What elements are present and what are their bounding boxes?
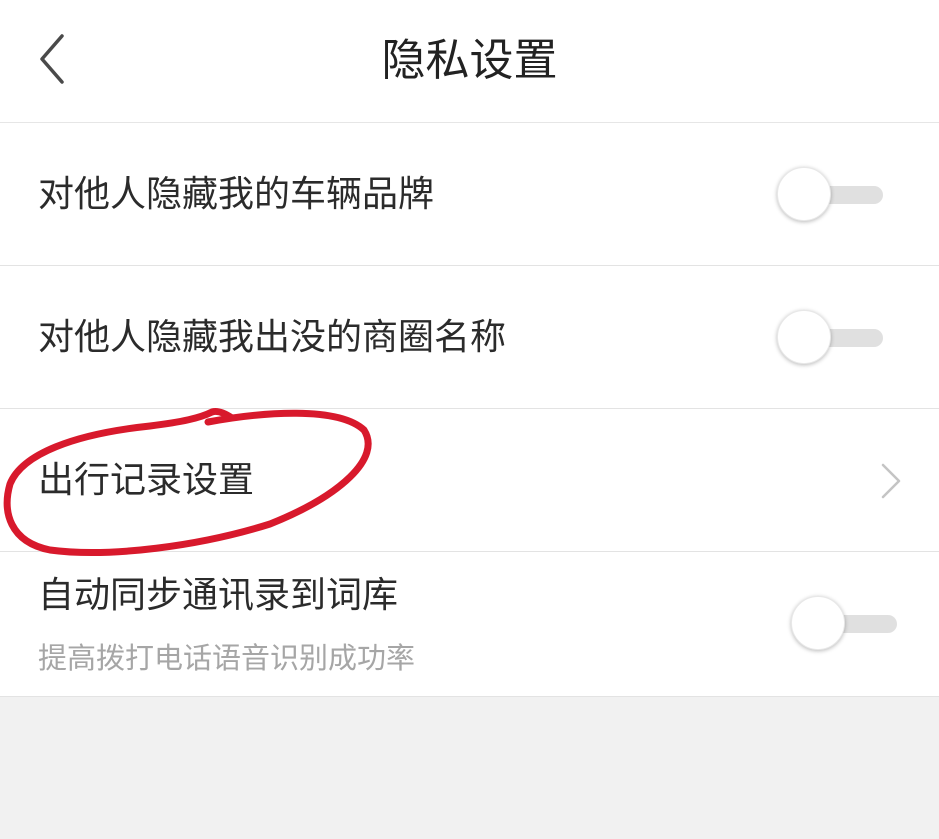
page-title: 隐私设置	[381, 35, 558, 86]
hide-vehicle-brand-toggle[interactable]	[777, 167, 885, 223]
setting-sync-contacts: 自动同步通讯录到词库 提高拨打电话语音识别成功率	[0, 552, 939, 697]
back-button[interactable]	[30, 30, 78, 90]
chevron-left-icon	[40, 34, 64, 84]
setting-label: 对他人隐藏我的车辆品牌	[38, 174, 435, 215]
toggle-knob	[777, 167, 831, 221]
setting-trip-record[interactable]: 出行记录设置	[0, 409, 939, 552]
chevron-right-icon	[881, 463, 901, 499]
setting-subtitle: 提高拨打电话语音识别成功率	[38, 641, 416, 675]
setting-label: 对他人隐藏我出没的商圈名称	[38, 317, 507, 358]
header-bar: 隐私设置	[0, 0, 939, 123]
setting-hide-business-district: 对他人隐藏我出没的商圈名称	[0, 266, 939, 409]
setting-label: 自动同步通讯录到词库	[38, 575, 399, 616]
sync-contacts-toggle[interactable]	[791, 596, 899, 652]
toggle-knob	[791, 596, 845, 650]
hide-business-district-toggle[interactable]	[777, 310, 885, 366]
toggle-knob	[777, 310, 831, 364]
setting-hide-vehicle-brand: 对他人隐藏我的车辆品牌	[0, 123, 939, 266]
settings-list: 对他人隐藏我的车辆品牌 对他人隐藏我出没的商圈名称 出行记录设置 自动同步通讯录…	[0, 123, 939, 697]
setting-label: 出行记录设置	[38, 460, 255, 501]
